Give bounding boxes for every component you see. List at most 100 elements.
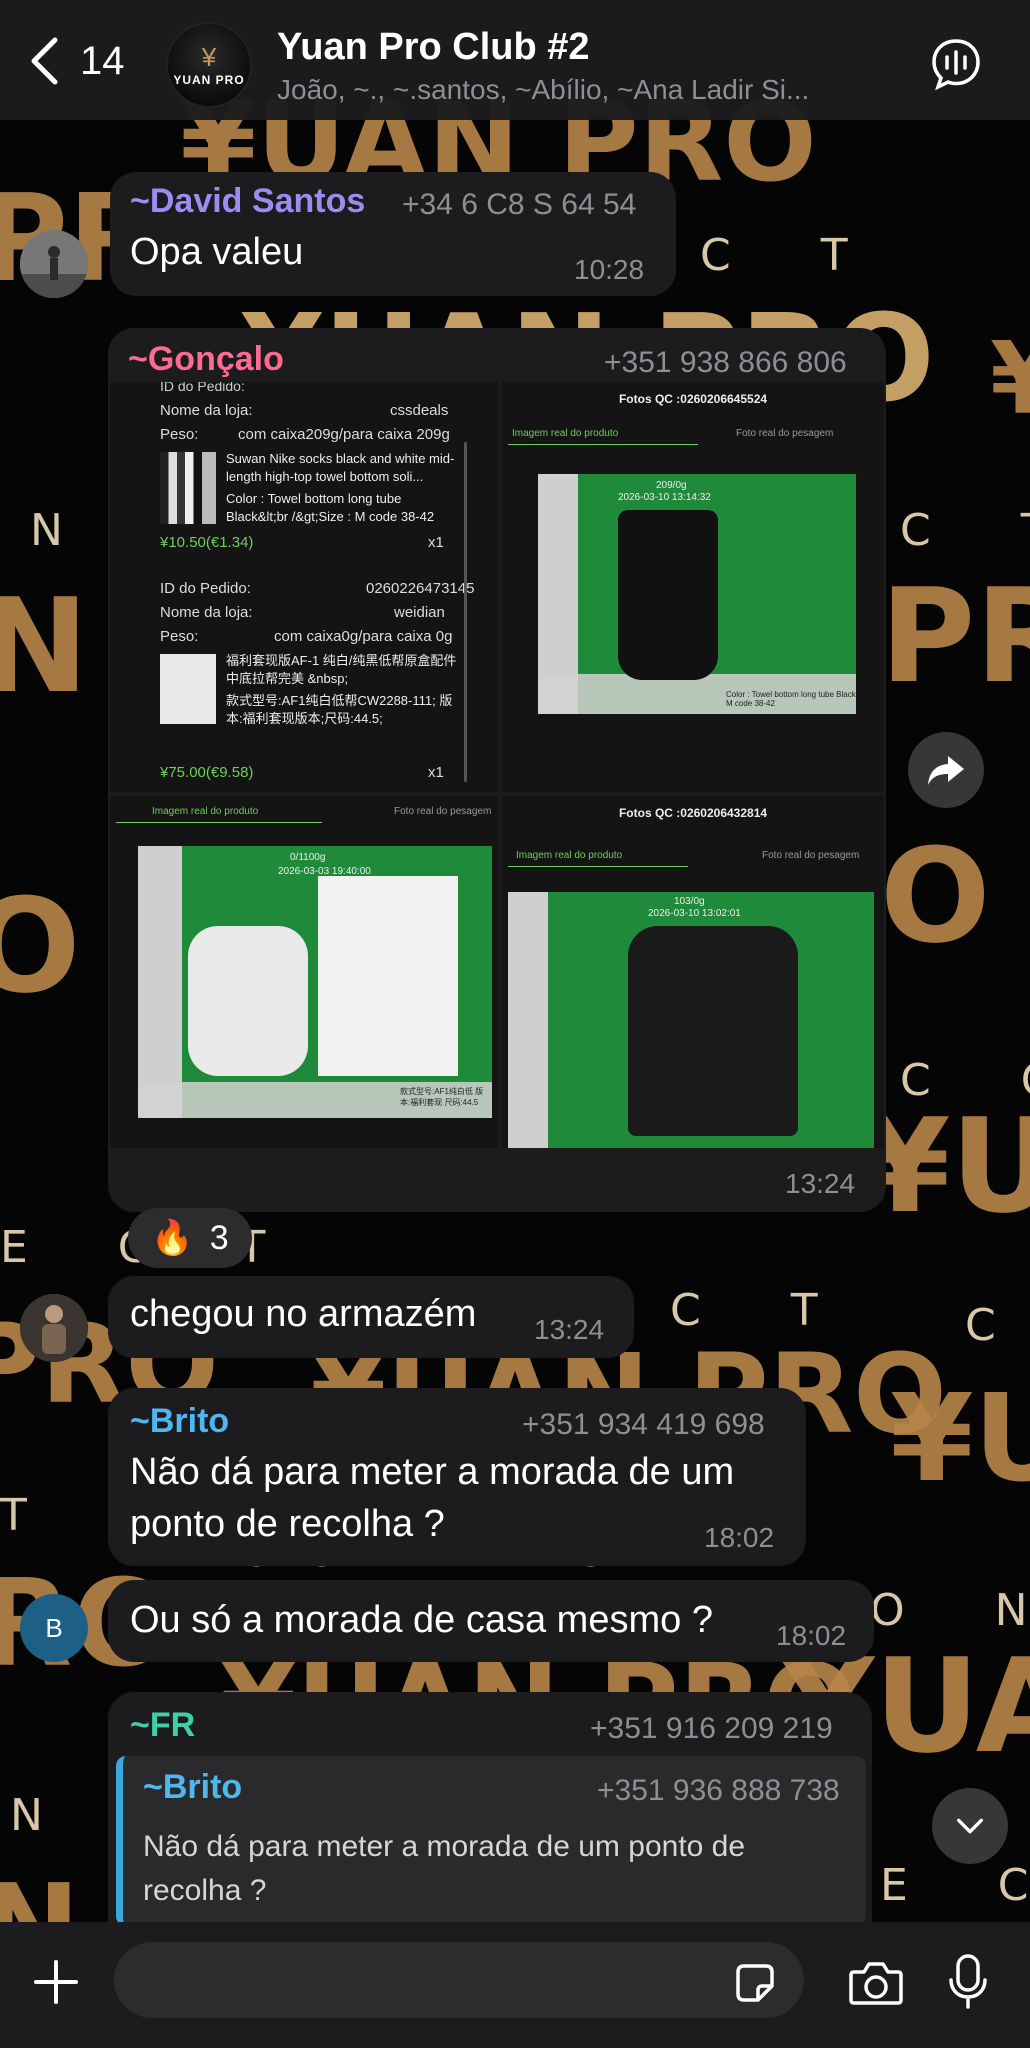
chevron-left-icon (31, 37, 58, 85)
message-time: 13:24 (785, 1168, 856, 1199)
wallpaper-connect-text: C T (900, 505, 1030, 556)
sticker-icon[interactable] (732, 1960, 778, 2006)
wallpaper-connect-text: E C (880, 1860, 1029, 1911)
message-text-line: Não dá para meter a morada de um (130, 1451, 735, 1493)
tab-underline (116, 822, 322, 823)
wallpaper-connect-text: T (0, 1490, 65, 1541)
chat-title[interactable]: Yuan Pro Club #2 (277, 26, 590, 69)
message-bubble[interactable]: ~Brito +351 934 419 698 Não dá para mete… (108, 1388, 806, 1566)
message-sender[interactable]: ~FR (130, 1706, 195, 1745)
message-text: chegou no armazém (130, 1293, 477, 1335)
tab-product-photo[interactable]: Imagem real do produto (152, 806, 258, 817)
shoe-box-item (318, 876, 458, 1076)
voice-chat-icon[interactable] (930, 38, 982, 90)
tab-weight-photo[interactable]: Foto real do pesagem (736, 428, 833, 439)
qc-photo-socks[interactable]: Fotos QC :0260206645524 Imagem real do p… (502, 382, 884, 792)
product-qty: x1 (428, 534, 444, 551)
reply-sender: ~Brito (143, 1768, 243, 1806)
product-description: 福利套现版AF-1 纯白/纯黑低帮原盒配件 中底拉帮完美 &nbsp; (226, 653, 457, 687)
microphone-icon[interactable] (946, 1952, 990, 2012)
camera-icon[interactable] (848, 1958, 904, 2008)
qc-photo-shoes[interactable]: Imagem real do produto Foto real do pesa… (110, 796, 498, 1148)
product-description: Suwan Nike socks black and white mid-len… (226, 451, 455, 484)
chevron-down-icon (957, 1818, 983, 1834)
qc-timestamp: 2026-03-10 13:14:32 (618, 492, 711, 503)
sender-phone: +351 934 419 698 (522, 1408, 765, 1441)
measuring-ruler (138, 846, 182, 1118)
group-logo-text: YUAN PRO (173, 72, 245, 87)
product-qty: x1 (428, 764, 444, 781)
tank-top-item (628, 926, 798, 1136)
tab-weight-photo[interactable]: Foto real do pesagem (394, 806, 491, 817)
forward-button[interactable] (908, 732, 984, 808)
tab-weight-photo[interactable]: Foto real do pesagem (762, 850, 859, 861)
back-button[interactable]: 14 (28, 36, 125, 86)
order-id-label: ID do Pedido: (160, 580, 251, 597)
message-sender[interactable]: ~David Santos (130, 182, 365, 221)
qc-title: Fotos QC :0260206432814 (618, 806, 768, 820)
message-bubble[interactable]: Ou só a morada de casa mesmo ? 18:02 (108, 1580, 874, 1662)
avatar[interactable]: B (20, 1594, 88, 1662)
tab-underline (508, 866, 688, 867)
store-name: weidian (394, 604, 445, 621)
wallpaper-connect-text: C T (700, 230, 886, 281)
sender-phone: +351 916 209 219 (590, 1712, 833, 1745)
avatar[interactable] (20, 1294, 88, 1362)
store-label: Nome da loja: (160, 402, 253, 419)
message-time: 18:02 (704, 1522, 775, 1553)
reaction-count: 3 (209, 1218, 229, 1257)
scroll-to-bottom-button[interactable] (932, 1788, 1008, 1864)
shoes-thumbnail (160, 654, 216, 724)
product-price: ¥10.50(€1.34) (160, 534, 254, 551)
person-photo (20, 1294, 88, 1362)
wallpaper-brand-text: N (0, 570, 89, 722)
message-bubble[interactable]: ~David Santos +34 6 C8 S 64 54 Opa valeu… (110, 172, 676, 296)
message-bubble[interactable]: chegou no armazém 13:24 (108, 1276, 634, 1358)
weight-label: Peso: (160, 426, 199, 443)
group-logo: ¥ (201, 41, 217, 72)
photo-album[interactable]: ID do Pedido: Nome da loja: cssdeals Pes… (110, 338, 884, 1148)
order-summary-image[interactable]: ID do Pedido: Nome da loja: cssdeals Pes… (110, 382, 498, 792)
wallpaper-brand-text: O (0, 870, 81, 1022)
measuring-ruler (508, 892, 548, 1148)
wallpaper-connect-text: C T (670, 1285, 856, 1336)
message-sender[interactable]: ~Brito (130, 1402, 229, 1441)
reaction-badge[interactable]: 🔥 3 (128, 1208, 252, 1268)
order-id-label: ID do Pedido: (160, 382, 245, 394)
reply-text-line: Não dá para meter a morada de um ponto d… (143, 1830, 746, 1863)
wallpaper-connect-text: N (30, 505, 101, 556)
chat-members-subtitle[interactable]: João, ~., ~.santos, ~Abílio, ~Ana Ladir … (277, 74, 877, 106)
person-photo (20, 230, 88, 298)
weight-value: com caixa209g/para caixa 209g (238, 426, 450, 443)
product-variant: 款式型号:AF1纯白低帮CW2288-111; 版本:福利套现版本;尺码:44.… (226, 693, 453, 727)
tab-product-photo[interactable]: Imagem real do produto (516, 850, 622, 861)
wallpaper-brand-text: O (880, 820, 991, 972)
qc-item-tag: Color : Towel bottom long tube Black M c… (726, 690, 856, 708)
qc-green-backdrop: 0/1100g 2026-03-03 19:40:00 款式型号:AF1纯白低 … (138, 846, 492, 1118)
message-input[interactable] (114, 1942, 804, 2018)
scrollbar (464, 442, 467, 782)
qc-weight-stamp: 103/0g (674, 896, 705, 907)
qc-green-backdrop: 103/0g 2026-03-10 13:02:01 (508, 892, 874, 1148)
socks-thumbnail (160, 452, 216, 524)
qc-green-backdrop: 209/0g 2026-03-10 13:14:32 Color : Towel… (538, 474, 856, 714)
weight-value: com caixa0g/para caixa 0g (274, 628, 453, 645)
wallpaper-brand-text: ¥U (890, 1370, 1030, 1509)
tab-product-photo[interactable]: Imagem real do produto (512, 428, 618, 439)
qc-title: Fotos QC :0260206645524 (618, 392, 768, 406)
qc-photo-shirt[interactable]: Fotos QC :0260206432814 Imagem real do p… (502, 796, 884, 1148)
order-id-value: 0260226473145 (366, 580, 475, 597)
weight-label: Peso: (160, 628, 199, 645)
reply-quote[interactable]: ~Brito +351 936 888 738 Não dá para mete… (116, 1756, 866, 1926)
group-avatar[interactable]: ¥ YUAN PRO (166, 22, 252, 108)
product-price: ¥75.00(€9.58) (160, 764, 254, 781)
chat-header: 14 ¥ YUAN PRO Yuan Pro Club #2 João, ~.,… (0, 0, 1030, 120)
avatar[interactable] (20, 230, 88, 298)
message-time: 13:24 (534, 1314, 605, 1345)
unread-count: 14 (80, 38, 125, 83)
wallpaper-connect-text: O N (870, 1585, 1028, 1636)
qc-weight-stamp: 0/1100g (290, 852, 326, 863)
qc-timestamp: 2026-03-10 13:02:01 (648, 908, 741, 919)
attach-plus-icon[interactable] (32, 1958, 80, 2006)
message-input-bar (0, 1922, 1030, 2048)
